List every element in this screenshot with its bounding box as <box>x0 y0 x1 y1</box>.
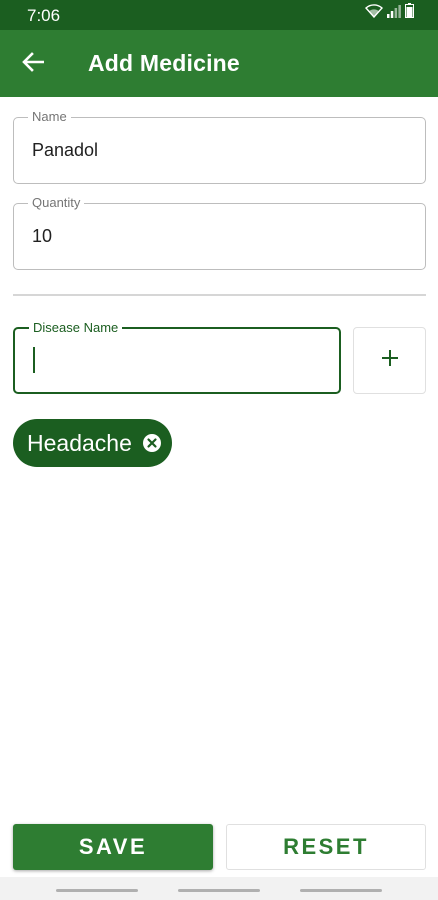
text-cursor <box>33 347 35 373</box>
status-time: 7:06 <box>27 6 61 25</box>
name-field-value[interactable]: Panadol <box>32 140 98 161</box>
plus-icon <box>380 348 400 373</box>
disease-name-field[interactable]: Disease Name <box>13 320 341 394</box>
back-button[interactable] <box>16 47 50 81</box>
system-nav-bar <box>0 877 438 900</box>
divider <box>13 294 426 296</box>
disease-chip[interactable]: Headache <box>13 419 172 467</box>
disease-chip-label: Headache <box>27 429 132 456</box>
arrow-back-icon <box>22 51 45 77</box>
nav-home-indicator[interactable] <box>178 889 260 892</box>
name-field[interactable]: Name Panadol <box>13 109 426 184</box>
name-field-label: Name <box>28 109 71 125</box>
reset-button[interactable]: RESET <box>226 824 426 870</box>
add-disease-button[interactable] <box>353 327 426 394</box>
disease-name-field-label: Disease Name <box>29 320 123 336</box>
status-icons <box>365 3 414 23</box>
page-title: Add Medicine <box>88 50 240 76</box>
save-button[interactable]: SAVE <box>13 824 213 870</box>
close-circle-icon[interactable] <box>142 433 162 453</box>
quantity-field[interactable]: Quantity 10 <box>13 195 426 270</box>
nav-back-indicator[interactable] <box>300 889 382 892</box>
app-bar: Add Medicine <box>0 30 438 97</box>
nav-recents-indicator[interactable] <box>56 889 138 892</box>
status-bar: 7:06 <box>0 0 438 30</box>
wifi-icon <box>365 3 383 23</box>
quantity-field-value[interactable]: 10 <box>32 226 52 247</box>
add-medicine-screen: 7:06 Add Medicine Name Panadol Quantity … <box>0 0 438 900</box>
quantity-field-label: Quantity <box>28 195 85 211</box>
signal-icon <box>387 4 401 23</box>
battery-icon <box>405 3 414 23</box>
